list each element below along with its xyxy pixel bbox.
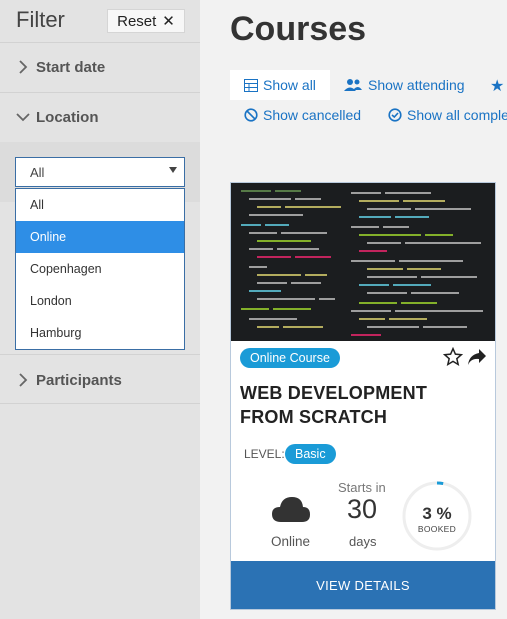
starts-in-unit: days bbox=[349, 534, 377, 549]
close-icon: ✕ bbox=[162, 13, 175, 30]
users-icon bbox=[344, 79, 362, 91]
reset-button[interactable]: Reset ✕ bbox=[107, 9, 185, 33]
filter-section-label: Start date bbox=[36, 59, 106, 76]
cloud-icon bbox=[272, 497, 310, 522]
tab-show-attending[interactable]: Show attending bbox=[343, 77, 465, 93]
ban-icon bbox=[244, 108, 258, 122]
tab-show-all-completed[interactable]: Show all comple bbox=[388, 107, 507, 123]
chevron-down-icon bbox=[16, 113, 30, 122]
favorite-star-icon[interactable] bbox=[443, 347, 463, 367]
chevron-right-icon bbox=[19, 60, 28, 74]
share-icon[interactable] bbox=[467, 348, 487, 366]
tab-label: Show cancelled bbox=[263, 107, 362, 123]
booked-label: BOOKED bbox=[417, 524, 457, 534]
tab-label: Show all comple bbox=[407, 107, 507, 123]
level-badge: Basic bbox=[285, 444, 336, 464]
tab-show-all[interactable]: Show all bbox=[230, 70, 330, 100]
tab-favorites[interactable]: ★ bbox=[490, 76, 504, 96]
star-icon: ★ bbox=[490, 78, 505, 95]
filter-header: Filter Reset ✕ bbox=[0, 0, 200, 42]
starts-in-label: Starts in bbox=[338, 480, 386, 495]
filter-section-location[interactable]: Location bbox=[0, 92, 200, 142]
course-image bbox=[231, 183, 495, 341]
booked-percent: 3 % bbox=[422, 504, 452, 523]
page-title: Courses bbox=[230, 10, 367, 48]
code-screenshot-image bbox=[231, 183, 495, 341]
filter-title: Filter bbox=[16, 7, 65, 32]
location-option[interactable]: London bbox=[16, 285, 184, 317]
location-option[interactable]: Copenhagen bbox=[16, 253, 184, 285]
location-option-highlighted[interactable]: Online bbox=[16, 221, 184, 253]
chevron-right-icon bbox=[19, 373, 28, 387]
starts-in-value: 30 bbox=[347, 494, 378, 524]
course-location: Online bbox=[271, 534, 311, 549]
location-dropdown-list: All Online Copenhagen London Hamburg bbox=[15, 188, 185, 350]
dropdown-arrow-icon bbox=[169, 167, 177, 173]
view-details-button[interactable]: VIEW DETAILS bbox=[231, 561, 495, 609]
tab-show-cancelled[interactable]: Show cancelled bbox=[244, 107, 361, 123]
tab-label: Show all bbox=[263, 77, 316, 93]
table-icon bbox=[244, 78, 258, 92]
main-content: Courses Show all Show attending ★ Show c… bbox=[200, 0, 507, 619]
filter-section-start-date[interactable]: Start date bbox=[0, 42, 200, 92]
reset-label: Reset bbox=[117, 12, 157, 30]
location-option[interactable]: Hamburg bbox=[16, 317, 184, 349]
level-label: LEVEL: bbox=[244, 447, 285, 461]
filter-section-label: Participants bbox=[36, 372, 122, 389]
course-type-badge: Online Course bbox=[240, 348, 340, 368]
course-title: WEB DEVELOPMENT FROM SCRATCH bbox=[240, 383, 428, 427]
course-card[interactable]: Online Course WEB DEVELOPMENT FROM SCRAT… bbox=[230, 182, 496, 610]
tab-label: Show attending bbox=[368, 77, 465, 93]
filter-section-label: Location bbox=[36, 109, 99, 126]
filter-section-participants[interactable]: Participants bbox=[0, 354, 200, 404]
refresh-check-icon bbox=[388, 108, 402, 122]
location-select-value: All bbox=[30, 165, 45, 180]
location-select[interactable]: All bbox=[15, 157, 185, 187]
location-option[interactable]: All bbox=[16, 189, 184, 221]
